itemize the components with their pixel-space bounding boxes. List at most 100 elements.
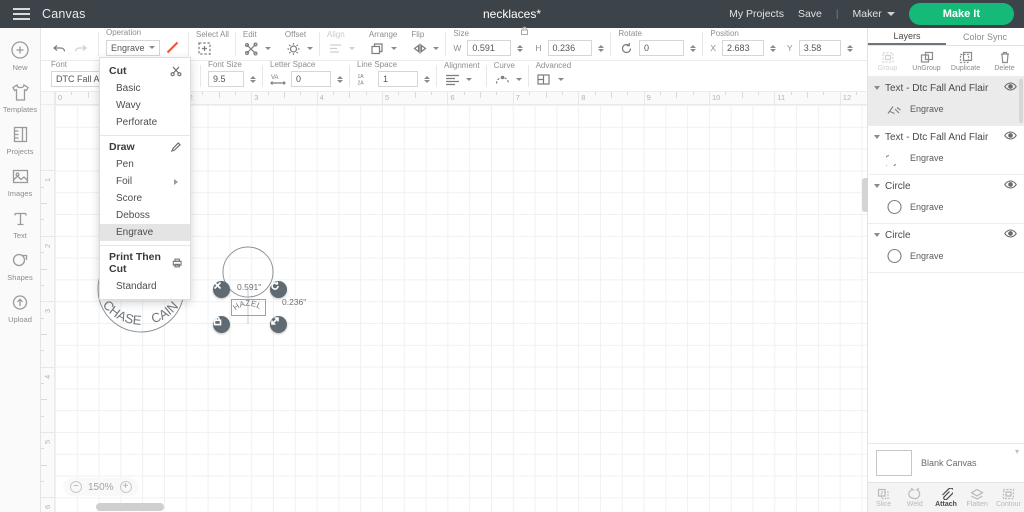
delete-handle[interactable] bbox=[213, 281, 230, 298]
sidebar-item-text[interactable]: Text bbox=[0, 202, 41, 244]
chevron-down-icon[interactable] bbox=[515, 78, 522, 81]
zoom-out-button[interactable]: − bbox=[70, 481, 82, 493]
sidebar-item-new[interactable]: New bbox=[0, 34, 41, 76]
attach-button[interactable]: Attach bbox=[930, 483, 961, 512]
selection-bounding-box[interactable]: HAZEL bbox=[231, 299, 266, 316]
chevron-down-icon[interactable] bbox=[264, 47, 271, 50]
position-y-stepper[interactable] bbox=[846, 44, 853, 52]
chevron-down-icon[interactable] bbox=[433, 47, 440, 50]
sidebar-item-shapes[interactable]: Shapes bbox=[0, 244, 41, 286]
sidebar-item-upload[interactable]: Upload bbox=[0, 286, 41, 328]
visibility-toggle-1[interactable] bbox=[1004, 82, 1017, 94]
operation-color-swatch[interactable] bbox=[164, 39, 181, 56]
ungroup-button[interactable]: UnGroup bbox=[907, 46, 946, 76]
sidebar-item-projects[interactable]: Projects bbox=[0, 118, 41, 160]
layer-group-2[interactable]: Text - Dtc Fall And Flair Engrave bbox=[868, 126, 1024, 175]
lock-icon[interactable] bbox=[519, 25, 530, 36]
dropdown-item-engrave[interactable]: Engrave bbox=[100, 224, 190, 241]
font-size-input[interactable]: 9.5 bbox=[208, 71, 244, 87]
letter-space-stepper[interactable] bbox=[337, 75, 343, 83]
layer-child-2[interactable]: Engrave bbox=[868, 147, 1024, 174]
letter-space-input[interactable]: 0 bbox=[291, 71, 331, 87]
select-all-icon[interactable] bbox=[196, 41, 213, 56]
line-space-input[interactable]: 1 bbox=[378, 71, 418, 87]
position-x-stepper[interactable] bbox=[770, 44, 777, 52]
make-it-button[interactable]: Make It bbox=[908, 3, 1014, 25]
layer-group-4[interactable]: Circle Engrave bbox=[868, 224, 1024, 273]
chevron-down-icon[interactable] bbox=[466, 78, 472, 81]
contour-button[interactable]: Contour bbox=[993, 483, 1024, 512]
layer-child-1[interactable]: Engrave bbox=[868, 98, 1024, 125]
visibility-toggle-2[interactable] bbox=[1004, 131, 1017, 143]
duplicate-button[interactable]: Duplicate bbox=[946, 46, 985, 76]
rotate-stepper[interactable] bbox=[690, 44, 697, 52]
dropdown-item-deboss[interactable]: Deboss bbox=[100, 207, 190, 224]
dropdown-item-foil[interactable]: Foil bbox=[100, 173, 190, 190]
dropdown-item-pen[interactable]: Pen bbox=[100, 156, 190, 173]
tab-color-sync[interactable]: Color Sync bbox=[946, 28, 1024, 45]
zoom-in-button[interactable]: + bbox=[119, 481, 132, 493]
dropdown-item-wavy[interactable]: Wavy bbox=[100, 97, 190, 114]
rotate-icon[interactable] bbox=[618, 41, 635, 56]
group-button[interactable]: Group bbox=[868, 46, 907, 76]
undo-icon[interactable] bbox=[51, 41, 68, 56]
layers-scrollbar[interactable] bbox=[1019, 79, 1023, 123]
sidebar-item-templates[interactable]: Templates bbox=[0, 76, 41, 118]
layer-header-4[interactable]: Circle bbox=[868, 224, 1024, 245]
weld-button[interactable]: Weld bbox=[899, 483, 930, 512]
canvas-thumbnail[interactable] bbox=[876, 450, 912, 476]
line-space-stepper[interactable] bbox=[424, 75, 430, 83]
layers-list[interactable]: Text - Dtc Fall And Flair Engrave Text -… bbox=[868, 77, 1024, 443]
layer-header-2[interactable]: Text - Dtc Fall And Flair bbox=[868, 126, 1024, 147]
dropdown-item-standard[interactable]: Standard bbox=[100, 278, 190, 295]
position-x-input[interactable]: 2.683 bbox=[722, 40, 765, 56]
chevron-down-icon[interactable] bbox=[874, 184, 880, 188]
alignment-icon[interactable] bbox=[444, 72, 461, 87]
curved-text-chase[interactable]: CHASE bbox=[100, 297, 143, 328]
dropdown-item-score[interactable]: Score bbox=[100, 190, 190, 207]
width-input[interactable]: 0.591 bbox=[467, 40, 512, 56]
edit-icon[interactable] bbox=[243, 41, 260, 56]
my-projects-link[interactable]: My Projects bbox=[729, 8, 784, 20]
vertical-ruler[interactable]: 1 2 3 4 5 6 bbox=[41, 105, 55, 512]
width-stepper[interactable] bbox=[517, 44, 524, 52]
offset-icon[interactable] bbox=[285, 41, 302, 56]
blank-canvas-row[interactable]: Blank Canvas bbox=[868, 443, 1024, 482]
chevron-down-icon[interactable] bbox=[390, 47, 397, 50]
lock-handle[interactable] bbox=[213, 316, 230, 333]
curve-icon[interactable] bbox=[494, 72, 511, 87]
visibility-toggle-4[interactable] bbox=[1004, 229, 1017, 241]
tab-layers[interactable]: Layers bbox=[868, 28, 946, 45]
rotate-input[interactable]: 0 bbox=[639, 40, 685, 56]
dropdown-item-perforate[interactable]: Perforate bbox=[100, 114, 190, 131]
resize-handle[interactable] bbox=[270, 316, 287, 333]
position-y-input[interactable]: 3.58 bbox=[798, 40, 841, 56]
layer-header-1[interactable]: Text - Dtc Fall And Flair bbox=[868, 77, 1024, 98]
operation-select[interactable]: Engrave bbox=[106, 39, 160, 56]
sidebar-item-images[interactable]: Images bbox=[0, 160, 41, 202]
chevron-down-icon[interactable] bbox=[874, 86, 880, 90]
curved-text-cain[interactable]: CAIN bbox=[149, 298, 181, 326]
machine-selector[interactable]: Maker bbox=[853, 8, 895, 20]
chevron-down-icon[interactable] bbox=[874, 233, 880, 237]
visibility-toggle-3[interactable] bbox=[1004, 180, 1017, 192]
flip-icon[interactable] bbox=[411, 41, 428, 56]
font-size-stepper[interactable] bbox=[250, 75, 256, 83]
layer-child-4[interactable]: Engrave bbox=[868, 245, 1024, 272]
dropdown-item-basic[interactable]: Basic bbox=[100, 80, 190, 97]
flatten-button[interactable]: Flatten bbox=[962, 483, 993, 512]
horizontal-scrollbar[interactable] bbox=[96, 503, 164, 511]
slice-button[interactable]: Slice bbox=[868, 483, 899, 512]
layer-child-3[interactable]: Engrave bbox=[868, 196, 1024, 223]
layer-group-3[interactable]: Circle Engrave bbox=[868, 175, 1024, 224]
advanced-icon[interactable] bbox=[536, 72, 553, 87]
height-stepper[interactable] bbox=[597, 44, 604, 52]
height-input[interactable]: 0.236 bbox=[547, 40, 592, 56]
chevron-down-icon[interactable] bbox=[306, 47, 313, 50]
rotate-handle[interactable] bbox=[270, 281, 287, 298]
delete-button[interactable]: Delete bbox=[985, 46, 1024, 76]
chevron-down-icon[interactable] bbox=[557, 78, 564, 81]
layer-group-1[interactable]: Text - Dtc Fall And Flair Engrave bbox=[868, 77, 1024, 126]
arrange-icon[interactable] bbox=[369, 41, 386, 56]
save-button[interactable]: Save bbox=[798, 8, 822, 20]
